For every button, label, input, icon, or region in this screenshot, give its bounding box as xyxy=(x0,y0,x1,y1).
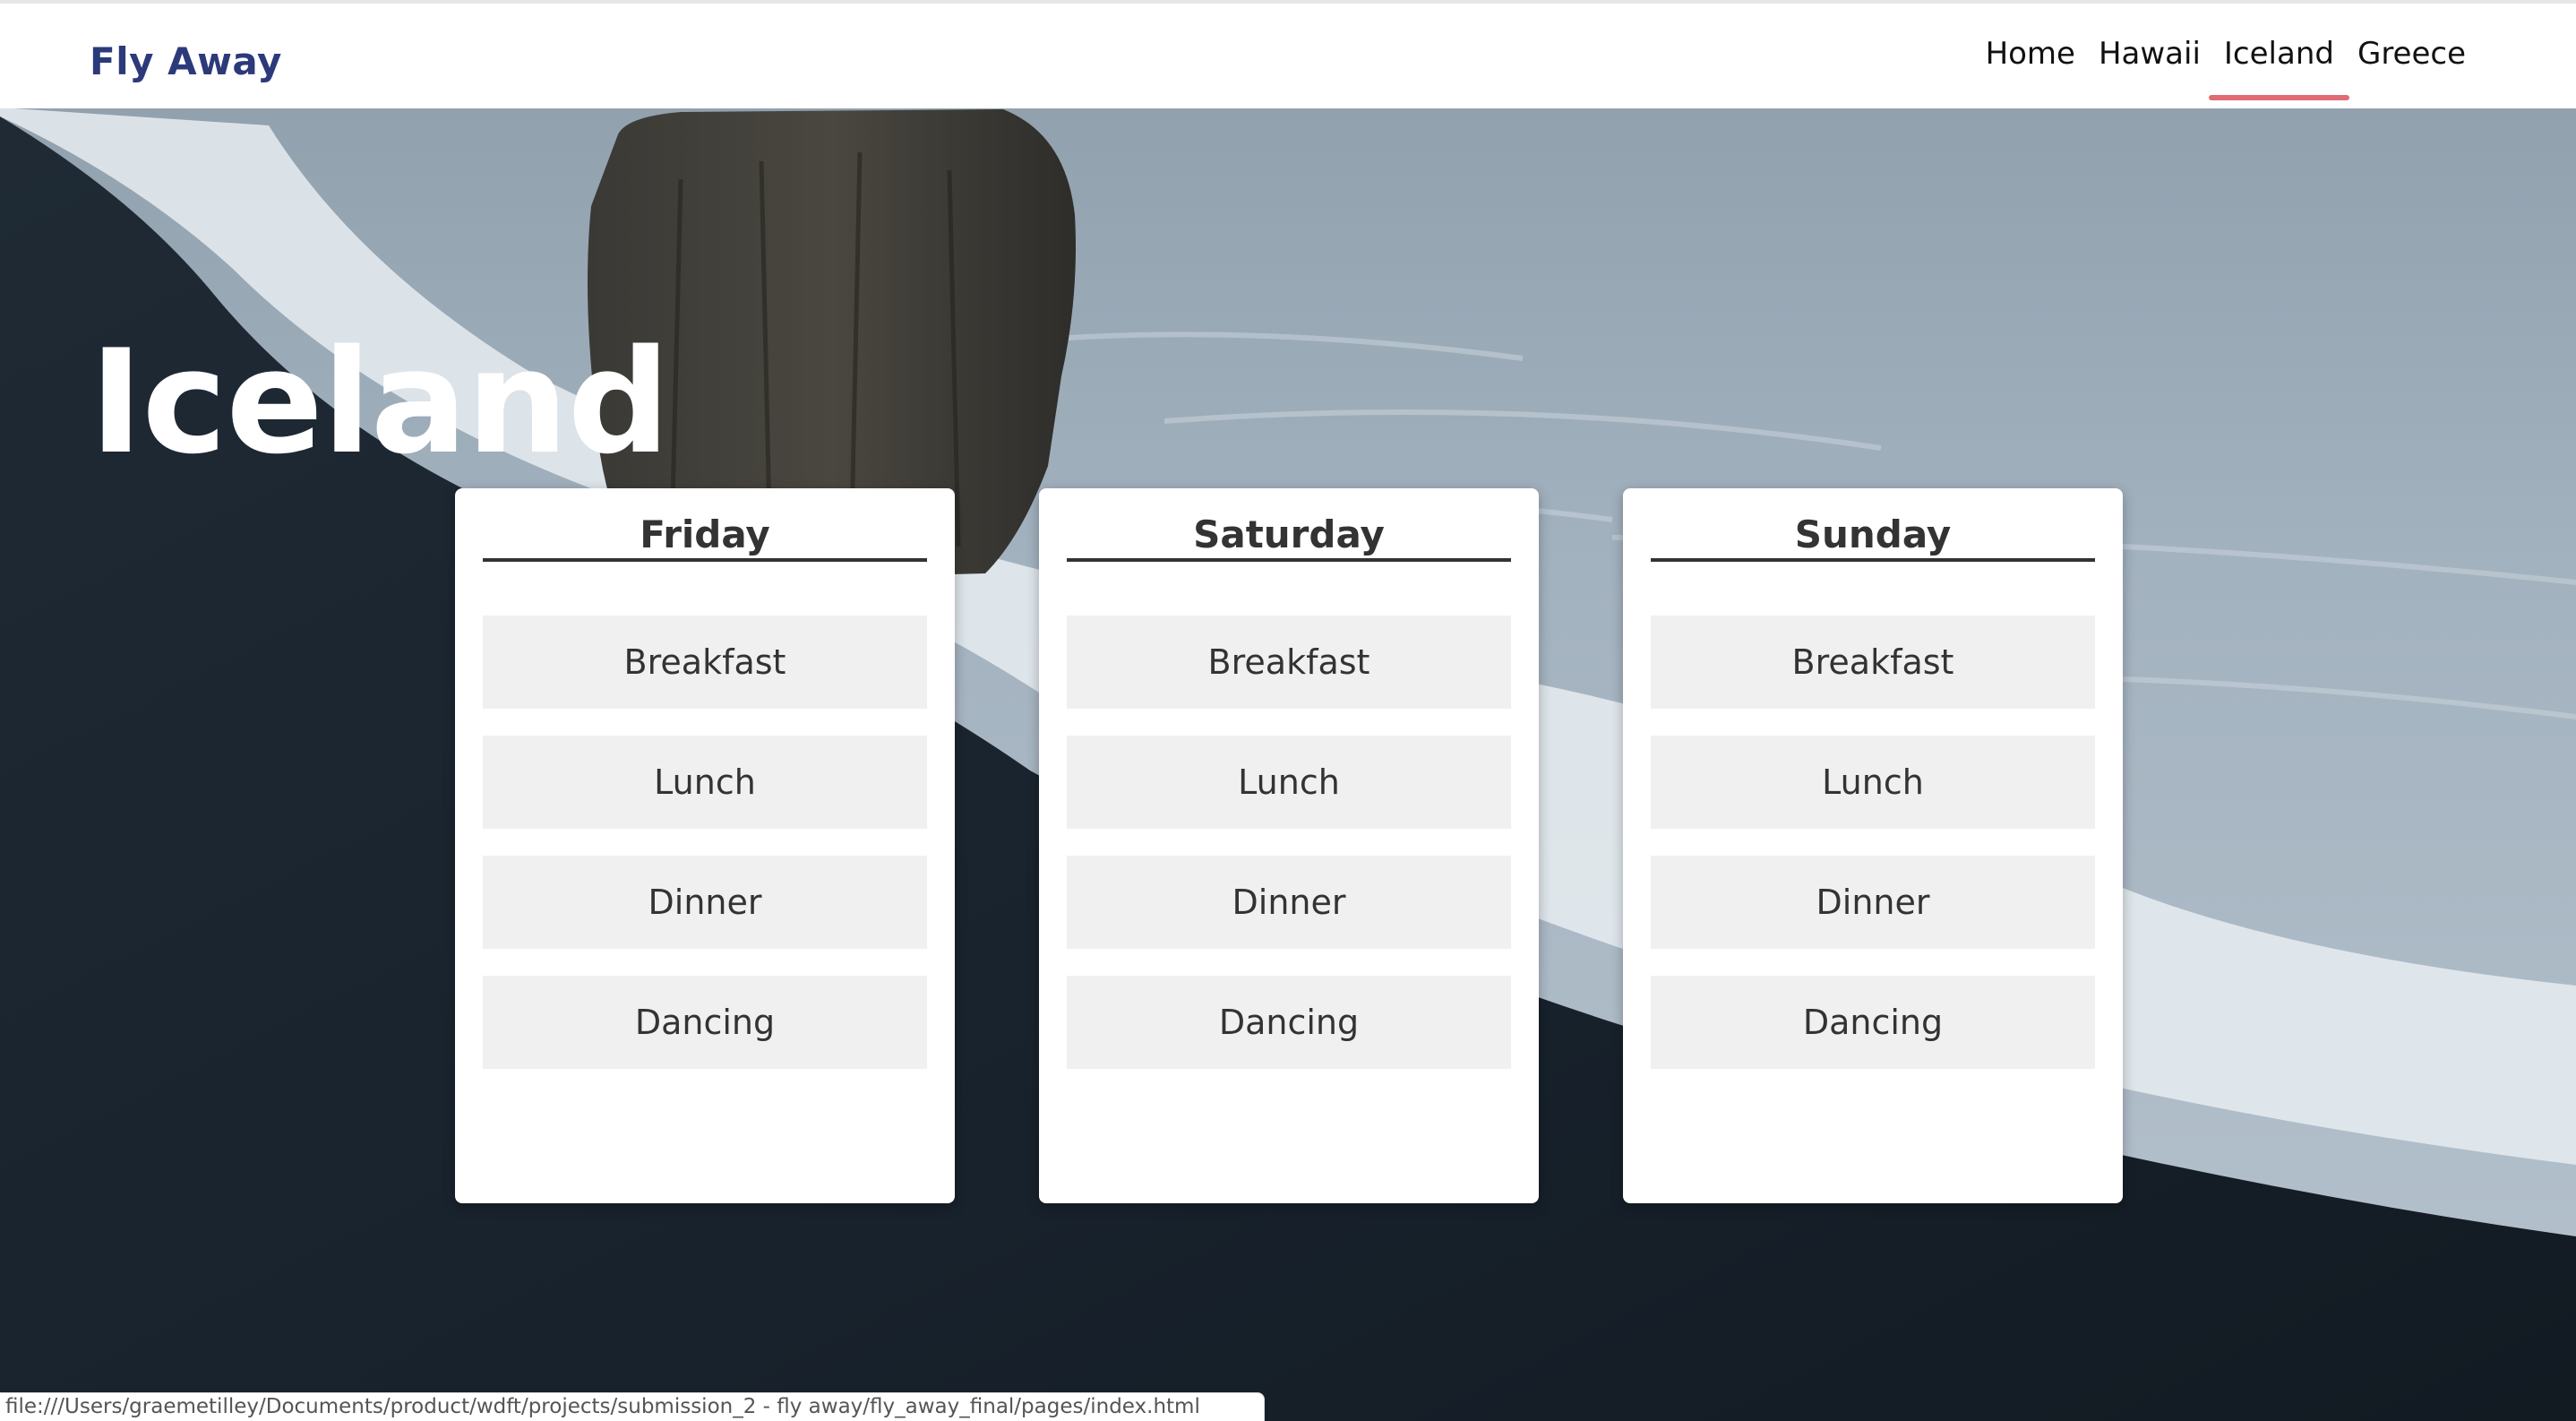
activity-item[interactable]: Breakfast xyxy=(1651,616,2095,710)
activity-item[interactable]: Dancing xyxy=(483,976,927,1070)
nav-link-greece[interactable]: Greece xyxy=(2346,36,2477,99)
day-card-sunday: Sunday Breakfast Lunch Dinner Dancing xyxy=(1623,488,2123,1203)
nav-link-home[interactable]: Home xyxy=(1974,36,2087,99)
activity-item[interactable]: Dancing xyxy=(1651,976,2095,1070)
day-card-title: Saturday xyxy=(1067,512,1511,563)
itinerary-cards: Friday Breakfast Lunch Dinner Dancing Sa… xyxy=(455,488,2123,1203)
browser-status-bar-url: file:///Users/graemetilley/Documents/pro… xyxy=(0,1392,1265,1421)
day-card-title: Friday xyxy=(483,512,927,563)
nav-link-iceland[interactable]: Iceland xyxy=(2208,36,2350,100)
activity-item[interactable]: Lunch xyxy=(1651,736,2095,830)
top-navbar: Fly Away Home Hawaii Iceland Greece xyxy=(0,0,2576,108)
day-card-friday: Friday Breakfast Lunch Dinner Dancing xyxy=(455,488,955,1203)
activity-item[interactable]: Dancing xyxy=(1067,976,1511,1070)
activity-item[interactable]: Lunch xyxy=(483,736,927,830)
day-card-title: Sunday xyxy=(1651,512,2095,563)
activity-item[interactable]: Dinner xyxy=(1651,856,2095,950)
activity-item[interactable]: Dinner xyxy=(1067,856,1511,950)
activity-item[interactable]: Breakfast xyxy=(483,616,927,710)
activity-item[interactable]: Lunch xyxy=(1067,736,1511,830)
day-card-saturday: Saturday Breakfast Lunch Dinner Dancing xyxy=(1039,488,1539,1203)
activity-item[interactable]: Breakfast xyxy=(1067,616,1511,710)
nav-link-hawaii[interactable]: Hawaii xyxy=(2087,36,2212,99)
brand-logo[interactable]: Fly Away xyxy=(90,39,282,83)
activity-item[interactable]: Dinner xyxy=(483,856,927,950)
page-title: Iceland xyxy=(90,318,670,487)
main-nav: Home Hawaii Iceland Greece xyxy=(1974,36,2477,100)
